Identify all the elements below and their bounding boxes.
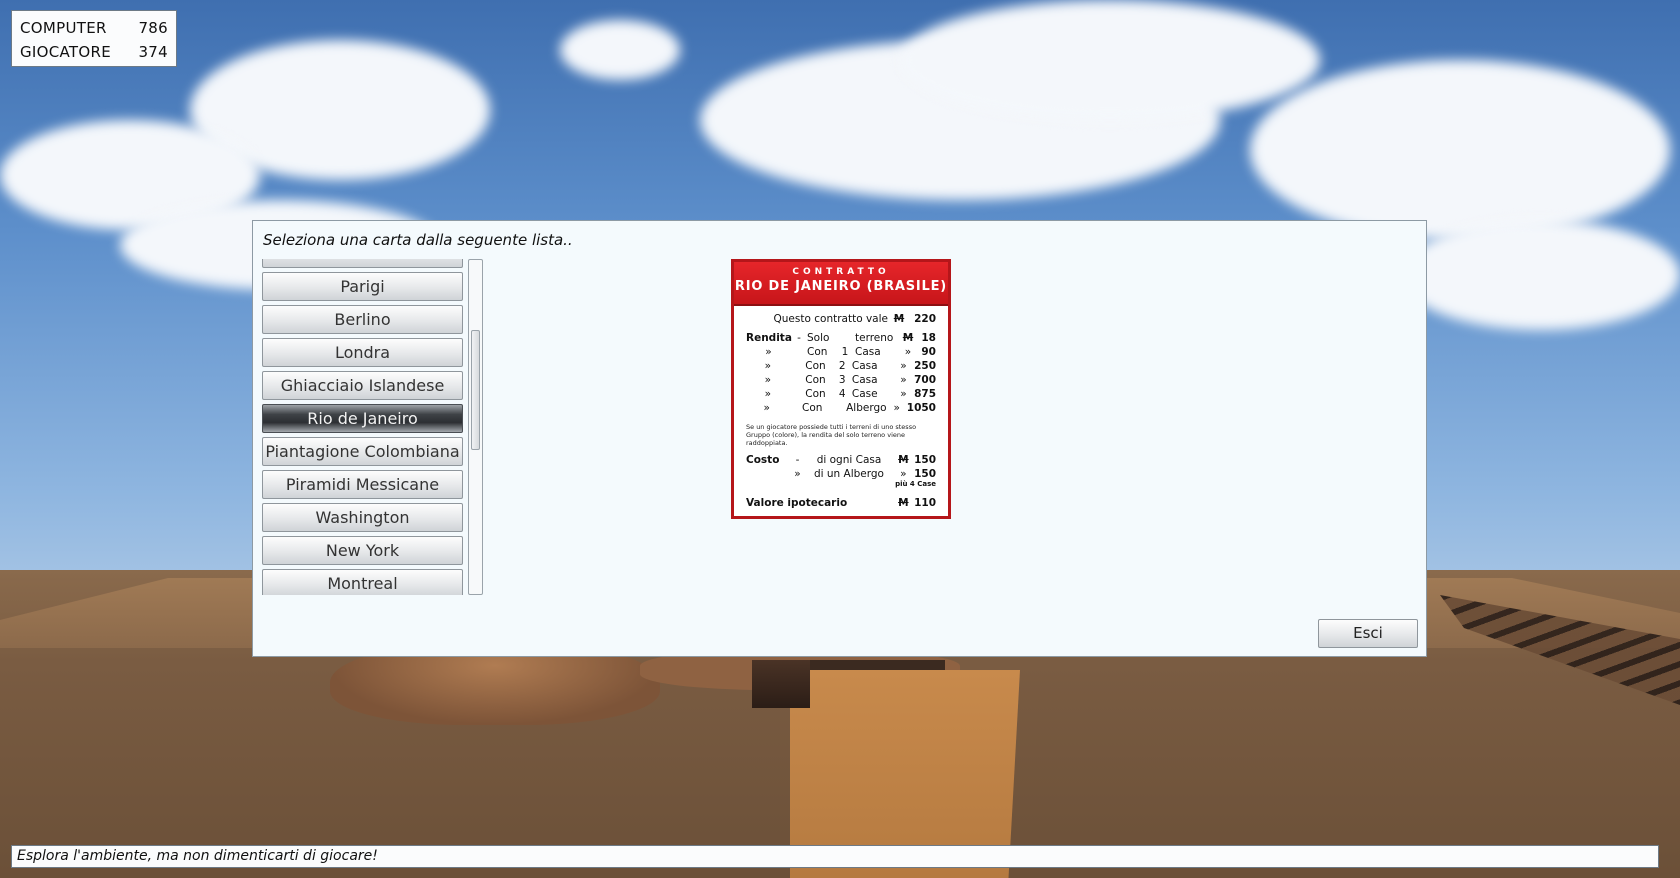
card-body: Questo contratto vale M 220 Rendita - So… [734, 306, 948, 510]
rent-sep: » [900, 374, 907, 386]
rent-con: Solo [807, 332, 830, 344]
rent-num: 2 [838, 360, 846, 372]
rent-sep: » [904, 346, 912, 358]
cost-row: Costo - di ogni Casa M 150 [746, 453, 936, 467]
status-bar: Esplora l'ambiente, ma non dimenticarti … [11, 845, 1659, 868]
card-list-track: Barcellona Parigi Berlino Londra Ghiacci… [262, 259, 465, 595]
list-item[interactable]: Piantagione Colombiana [262, 437, 463, 466]
rent-unit: Casa [851, 360, 878, 372]
rent-num: 4 [838, 388, 846, 400]
rent-row: » Con 4 Case » 875 [746, 387, 936, 401]
contract-value: 220 [914, 313, 936, 325]
score-row-player: GIOCATORE 374 [20, 40, 168, 64]
rent-prefix: » [764, 374, 772, 386]
list-item[interactable]: Barcellona [262, 259, 463, 268]
rent-row: » Con 1 Casa » 90 [746, 345, 936, 359]
card-kicker: CONTRATTO [792, 267, 890, 277]
rent-sep: M [902, 332, 914, 344]
score-row-computer: COMPUTER 786 [20, 16, 168, 40]
rent-value: 700 [914, 374, 937, 386]
list-item[interactable]: Piramidi Messicane [262, 470, 463, 499]
card-header: CONTRATTO RIO DE JANEIRO (BRASILE) [734, 262, 948, 306]
rent-value: 875 [914, 388, 937, 400]
cost-value: 150 [914, 454, 936, 466]
rent-prefix: » [763, 402, 770, 414]
rent-label: Rendita [746, 332, 792, 344]
rent-num: 1 [841, 346, 849, 358]
score-value: 374 [138, 43, 168, 61]
property-card: CONTRATTO RIO DE JANEIRO (BRASILE) Quest… [731, 259, 951, 519]
cost-prefix: - [795, 454, 800, 466]
rent-prefix: » [765, 346, 772, 358]
rent-row: Rendita - Solo terreno M 18 [746, 331, 936, 345]
rent-con: Con [802, 402, 823, 414]
mortgage-label: Valore ipotecario [746, 497, 848, 509]
list-item[interactable]: New York [262, 536, 463, 565]
cost-label: Costo [746, 454, 780, 466]
card-note: Se un giocatore possiede tutti i terreni… [746, 423, 917, 447]
mortgage-value: 110 [914, 497, 936, 509]
cost-prefix: » [794, 468, 801, 480]
list-item[interactable]: Ghiacciaio Islandese [262, 371, 463, 400]
rent-value: 18 [921, 332, 936, 344]
cost-sep: » [900, 468, 907, 480]
rent-con: Con [805, 388, 826, 400]
dialog-title: Seleziona una carta dalla seguente lista… [263, 231, 573, 249]
contract-row: Questo contratto vale M 220 [746, 312, 936, 326]
rent-num: 3 [838, 374, 846, 386]
pedestal [752, 660, 810, 708]
cost-row: » di un Albergo » 150 [746, 467, 936, 481]
rent-prefix: » [764, 360, 772, 372]
rent-con: Con [807, 346, 828, 358]
rent-sep: » [900, 360, 907, 372]
rent-unit: Casa [851, 374, 878, 386]
cloud [560, 20, 680, 80]
score-name: GIOCATORE [20, 43, 111, 61]
list-item-selected[interactable]: Rio de Janeiro [262, 404, 463, 433]
card-property-name: RIO DE JANEIRO (BRASILE) [734, 279, 948, 294]
rent-unit: Albergo [846, 402, 887, 414]
score-name: COMPUTER [20, 19, 107, 37]
exit-button[interactable]: Esci [1318, 619, 1418, 648]
list-item[interactable]: Londra [262, 338, 463, 367]
rent-sep: » [900, 388, 907, 400]
card-list[interactable]: Barcellona Parigi Berlino Londra Ghiacci… [262, 259, 465, 595]
rent-row: » Con 2 Casa » 250 [746, 359, 936, 373]
rent-prefix: » [764, 388, 772, 400]
rent-unit: Case [851, 388, 878, 400]
cloud [1250, 60, 1670, 240]
rent-value: 90 [921, 346, 936, 358]
cloud [1400, 220, 1680, 330]
cloud [900, 0, 1320, 120]
scrollbar-thumb[interactable] [471, 330, 480, 450]
mortgage-row: Valore ipotecario M 110 [746, 496, 936, 510]
list-scrollbar[interactable] [468, 259, 483, 595]
card-select-dialog: Seleziona una carta dalla seguente lista… [252, 220, 1427, 657]
rent-con: Con [805, 374, 826, 386]
list-item[interactable]: Parigi [262, 272, 463, 301]
list-item[interactable]: Washington [262, 503, 463, 532]
rent-value: 250 [914, 360, 937, 372]
rent-unit: Casa [855, 346, 881, 358]
cost-text: di un Albergo [813, 468, 884, 480]
rent-prefix: - [797, 332, 801, 344]
score-value: 786 [138, 19, 168, 37]
rent-con: Con [805, 360, 826, 372]
currency-symbol: M [893, 313, 905, 325]
cost-extra: più 4 Case [895, 480, 936, 488]
rent-unit: terreno [855, 332, 894, 344]
rent-sep: » [893, 402, 900, 414]
rent-row: » Con Albergo » 1050 [746, 401, 936, 415]
list-item[interactable]: Montreal [262, 569, 463, 595]
list-item[interactable]: Berlino [262, 305, 463, 334]
currency-symbol: M [898, 497, 909, 509]
cost-value: 150 [914, 468, 936, 480]
cost-text: di ogni Casa [816, 454, 882, 466]
contract-label: Questo contratto vale [773, 313, 888, 325]
score-box: COMPUTER 786 GIOCATORE 374 [11, 10, 177, 67]
rent-value: 1050 [906, 402, 936, 414]
rent-row: » Con 3 Casa » 700 [746, 373, 936, 387]
cost-sep: M [898, 454, 909, 466]
